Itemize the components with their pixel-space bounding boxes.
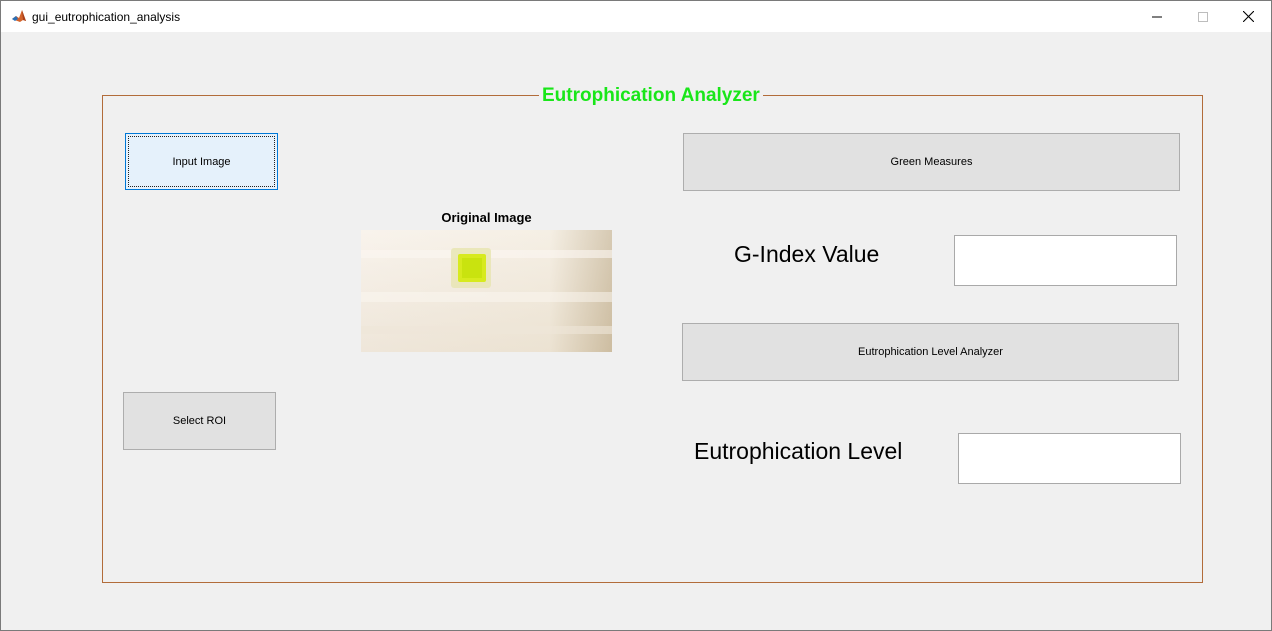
matlab-icon <box>11 8 27 24</box>
title-bar[interactable]: gui_eutrophication_analysis <box>1 1 1271 32</box>
window-title: gui_eutrophication_analysis <box>32 10 181 24</box>
maximize-button[interactable] <box>1180 1 1226 32</box>
select-roi-button[interactable]: Select ROI <box>123 392 276 450</box>
g-index-label: G-Index Value <box>734 241 880 267</box>
level-analyzer-button[interactable]: Eutrophication Level Analyzer <box>682 323 1179 381</box>
close-icon <box>1242 11 1254 22</box>
g-index-field[interactable] <box>954 235 1177 286</box>
original-image <box>361 230 612 352</box>
minimize-icon <box>1152 16 1162 17</box>
green-measures-label: Green Measures <box>890 156 973 168</box>
input-image-button[interactable]: Input Image <box>125 133 278 190</box>
minimize-button[interactable] <box>1134 1 1180 32</box>
green-measures-button[interactable]: Green Measures <box>683 133 1180 191</box>
panel-title: Eutrophication Analyzer <box>539 85 763 107</box>
axes-title: Original Image <box>441 210 532 225</box>
level-analyzer-label: Eutrophication Level Analyzer <box>858 346 1003 358</box>
app-window: gui_eutrophication_analysis Eutrophicati… <box>0 0 1272 631</box>
close-button[interactable] <box>1225 1 1271 32</box>
eutrophication-level-label: Eutrophication Level <box>694 438 903 464</box>
eutrophication-level-field[interactable] <box>958 433 1181 484</box>
sample-photo <box>361 230 612 352</box>
focus-ring <box>128 136 275 187</box>
maximize-icon <box>1198 11 1208 22</box>
select-roi-label: Select ROI <box>172 415 227 427</box>
